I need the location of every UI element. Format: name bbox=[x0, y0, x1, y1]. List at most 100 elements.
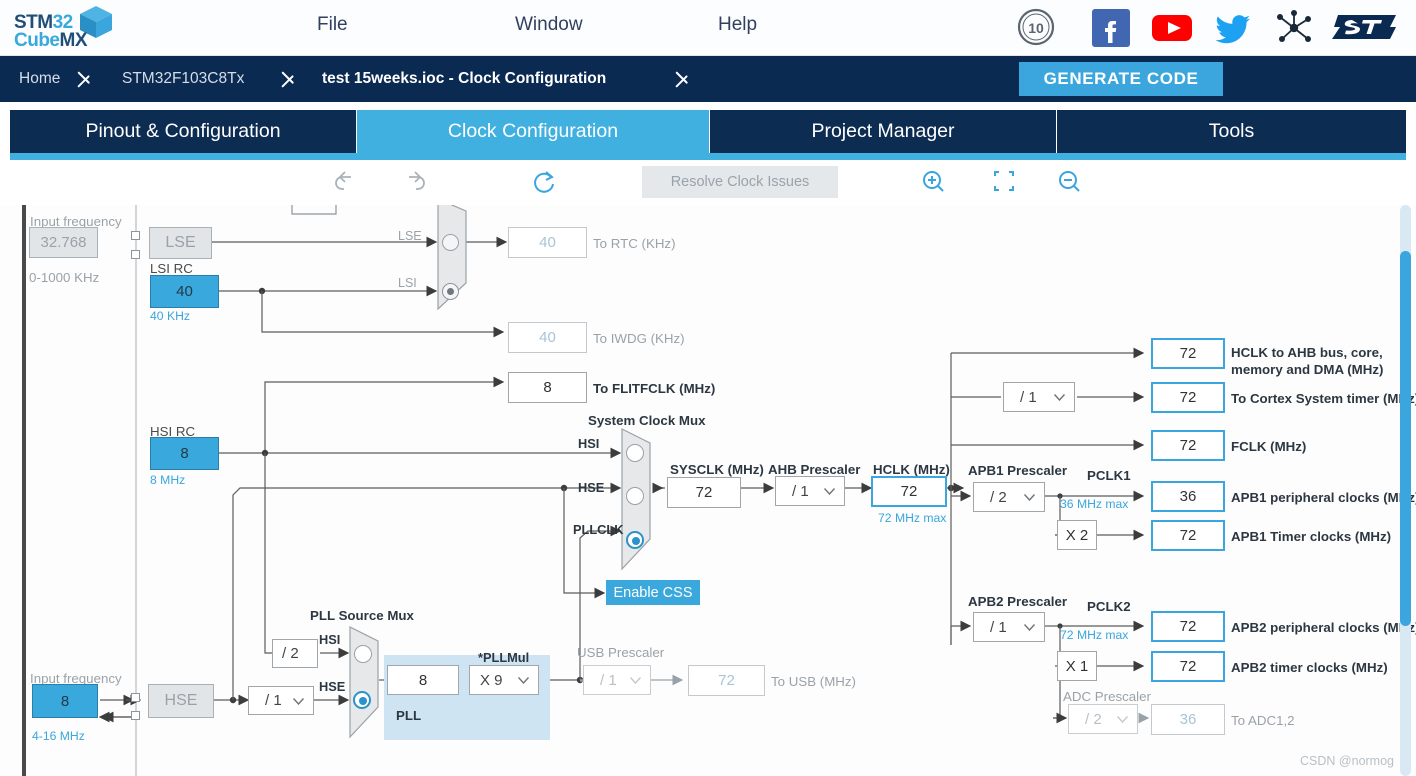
fclk-value[interactable]: 72 bbox=[1151, 430, 1225, 461]
tab-tools[interactable]: Tools bbox=[1057, 110, 1406, 153]
usb-prescaler-select: / 1 bbox=[583, 665, 651, 695]
rtc-mux-input-lse-label: LSE bbox=[398, 229, 422, 243]
apb2-timer-clocks-value[interactable]: 72 bbox=[1151, 651, 1225, 682]
apb1-prescaler-select[interactable]: / 2 bbox=[973, 482, 1045, 512]
breadcrumb-chevron-icon-2 bbox=[282, 65, 297, 93]
youtube-icon[interactable] bbox=[1150, 7, 1192, 49]
sysclk-label: SYSCLK (MHz) bbox=[670, 462, 764, 477]
canvas-scrollbar-thumb[interactable] bbox=[1400, 251, 1411, 626]
hclk-ahb-bus-label: HCLK to AHB bus, core, bbox=[1231, 345, 1383, 360]
lse-box[interactable]: LSE bbox=[149, 227, 212, 259]
to-adc-label: To ADC1,2 bbox=[1231, 713, 1295, 728]
hclk-ahb-bus-label-line2: memory and DMA (MHz) bbox=[1231, 362, 1384, 377]
to-usb-label: To USB (MHz) bbox=[771, 674, 856, 689]
hclk-max-label: 72 MHz max bbox=[878, 511, 947, 525]
apb1-peripheral-clocks-label: APB1 peripheral clocks (MHz) bbox=[1231, 490, 1416, 505]
hsi-rc-value[interactable]: 8 bbox=[150, 437, 219, 470]
cortex-system-timer-label: To Cortex System timer (MHz) bbox=[1231, 391, 1416, 406]
enable-css-button[interactable]: Enable CSS bbox=[606, 580, 700, 605]
apb2-timer-multiplier: X 1 bbox=[1057, 651, 1097, 681]
st-community-icon[interactable] bbox=[1272, 7, 1314, 49]
pllmul-select[interactable]: X 9 bbox=[469, 665, 539, 695]
apb2-peripheral-clocks-label: APB2 peripheral clocks (MHz) bbox=[1231, 620, 1416, 635]
ahb-prescaler-value: / 1 bbox=[792, 482, 809, 500]
facebook-icon[interactable] bbox=[1090, 7, 1132, 49]
sysclk-mux-radio-pllclk[interactable] bbox=[626, 531, 644, 549]
apb2-prescaler-select[interactable]: / 1 bbox=[973, 612, 1045, 642]
pllmul-label: *PLLMul bbox=[478, 650, 530, 665]
hclk-label: HCLK (MHz) bbox=[873, 462, 950, 477]
chevron-down-icon bbox=[630, 677, 641, 684]
breadcrumb-mcu[interactable]: STM32F103C8Tx bbox=[122, 56, 244, 102]
breadcrumb-home[interactable]: Home bbox=[19, 56, 60, 102]
sysclk-mux-radio-hsi[interactable] bbox=[626, 444, 644, 462]
tab-underline bbox=[10, 153, 1406, 160]
zoom-out-icon[interactable] bbox=[1050, 163, 1090, 201]
st-logo-icon[interactable] bbox=[1330, 10, 1405, 46]
chevron-down-icon bbox=[1024, 624, 1035, 631]
resolve-clock-issues-button[interactable]: Resolve Clock Issues bbox=[642, 166, 838, 198]
hse-box[interactable]: HSE bbox=[148, 684, 214, 718]
pll-mux-radio-hse[interactable] bbox=[353, 691, 371, 709]
menu-help[interactable]: Help bbox=[718, 14, 757, 36]
tab-clock-configuration[interactable]: Clock Configuration bbox=[357, 110, 710, 153]
pll-source-mux[interactable] bbox=[348, 625, 382, 740]
lsi-rc-value[interactable]: 40 bbox=[150, 275, 219, 308]
rtc-mux-radio-lse[interactable] bbox=[442, 234, 459, 251]
sysclk-mux-input-pllclk-label: PLLCLK bbox=[573, 522, 624, 537]
chevron-down-icon bbox=[1117, 716, 1128, 723]
rtc-mux-radio-lsi[interactable] bbox=[442, 283, 459, 300]
tab-project-manager[interactable]: Project Manager bbox=[710, 110, 1057, 153]
tab-pinout-configuration[interactable]: Pinout & Configuration bbox=[10, 110, 357, 153]
pll-panel-label: PLL bbox=[396, 708, 422, 723]
apb2-prescaler-value: / 1 bbox=[990, 618, 1007, 636]
sysclk-mux-input-hsi-label: HSI bbox=[578, 436, 600, 451]
pll-source-mux-title: PLL Source Mux bbox=[310, 608, 414, 623]
pll-mux-radio-hsi[interactable] bbox=[354, 645, 372, 663]
sysclk-mux-input-hse-label: HSE bbox=[578, 480, 605, 495]
hse-pin-top bbox=[131, 693, 140, 702]
chevron-down-icon bbox=[518, 677, 529, 684]
lse-pin-bottom bbox=[131, 250, 140, 259]
pll-mux-input-hse-label: HSE bbox=[319, 679, 346, 694]
lse-pin-top bbox=[131, 231, 140, 240]
ahb-prescaler-select[interactable]: / 1 bbox=[775, 476, 845, 506]
hclk-ahb-bus-value[interactable]: 72 bbox=[1151, 338, 1225, 369]
menu-window[interactable]: Window bbox=[515, 14, 583, 36]
sysclk-mux-radio-hse[interactable] bbox=[626, 487, 644, 505]
clock-toolbar: Resolve Clock Issues bbox=[0, 163, 1416, 205]
zoom-in-icon[interactable] bbox=[914, 163, 954, 201]
breadcrumb-current-file[interactable]: test 15weeks.ioc - Clock Configuration bbox=[322, 56, 606, 102]
apb2-peripheral-clocks-value[interactable]: 72 bbox=[1151, 611, 1225, 642]
pclk1-label: PCLK1 bbox=[1087, 468, 1131, 483]
hse-divider-select[interactable]: / 1 bbox=[248, 686, 314, 715]
undo-icon[interactable] bbox=[326, 163, 366, 201]
to-iwdg-value: 40 bbox=[508, 322, 587, 353]
hsi-pll-divider-select[interactable]: / 2 bbox=[272, 639, 318, 668]
cortex-system-timer-value[interactable]: 72 bbox=[1151, 382, 1225, 413]
clock-tree-canvas: Input frequency 32.768 0-1000 KHz LSE LS… bbox=[0, 205, 1416, 776]
hclk-value[interactable]: 72 bbox=[871, 476, 947, 507]
menu-bar: STM32 CubeMX File Window Help 10 bbox=[0, 0, 1416, 56]
apb1-prescaler-label: APB1 Prescaler bbox=[968, 463, 1068, 478]
menu-file[interactable]: File bbox=[317, 14, 348, 36]
lse-range-label: 0-1000 KHz bbox=[29, 270, 100, 285]
redo-icon[interactable] bbox=[394, 163, 434, 201]
usb-prescaler-value: / 1 bbox=[600, 671, 617, 689]
cortex-prescaler-select[interactable]: / 1 bbox=[1003, 382, 1075, 412]
apb1-timer-multiplier: X 2 bbox=[1057, 520, 1097, 550]
to-flitfclk-label: To FLITFCLK (MHz) bbox=[593, 381, 716, 396]
twitter-icon[interactable] bbox=[1212, 7, 1254, 49]
apb1-timer-clocks-value[interactable]: 72 bbox=[1151, 520, 1225, 551]
fit-to-screen-icon[interactable] bbox=[982, 163, 1022, 201]
generate-code-button[interactable]: GENERATE CODE bbox=[1019, 62, 1223, 96]
hse-input-frequency-field[interactable]: 8 bbox=[32, 684, 98, 718]
chevron-down-icon bbox=[824, 488, 835, 495]
canvas-vertical-scrollbar[interactable] bbox=[1400, 205, 1411, 776]
to-usb-value: 72 bbox=[688, 665, 765, 696]
ten-year-badge-icon[interactable]: 10 bbox=[1016, 7, 1058, 49]
refresh-icon[interactable] bbox=[524, 163, 564, 201]
lse-input-frequency-field[interactable]: 32.768 bbox=[29, 227, 98, 258]
apb1-peripheral-clocks-value[interactable]: 36 bbox=[1151, 481, 1225, 512]
logo-text-cubemx: CubeMX bbox=[14, 30, 87, 51]
